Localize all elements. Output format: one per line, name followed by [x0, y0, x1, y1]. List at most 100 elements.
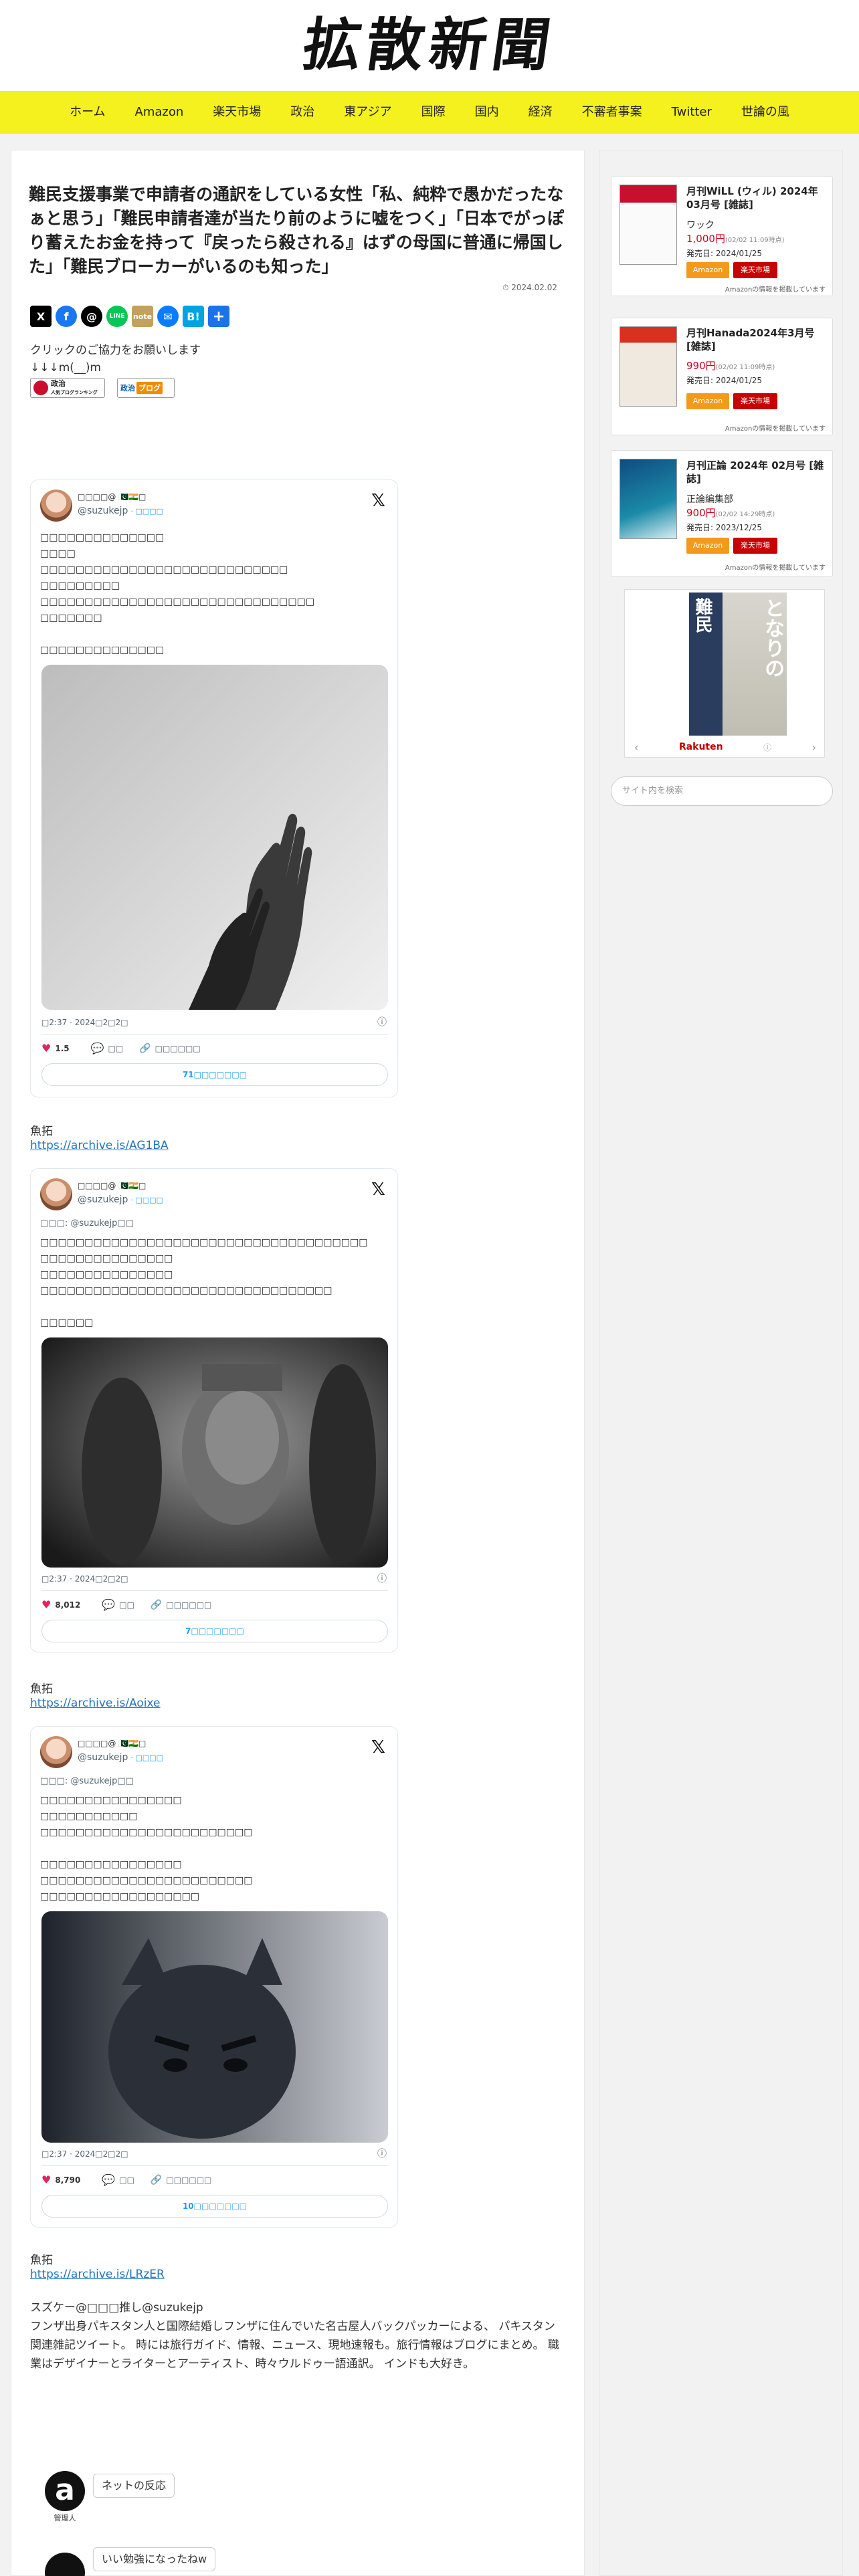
- like-count: 8,790: [55, 2175, 81, 2185]
- archive-link[interactable]: https://archive.is/AG1BA: [30, 1139, 169, 1152]
- copy-link-label[interactable]: □□□□□□: [166, 2175, 211, 2185]
- amazon-button[interactable]: Amazon: [686, 262, 729, 278]
- nav-item[interactable]: ホーム: [55, 91, 120, 134]
- messenger-share-icon[interactable]: ✉: [157, 306, 179, 327]
- nav-item[interactable]: Amazon: [120, 91, 199, 134]
- nav-item[interactable]: 世論の風: [727, 91, 804, 134]
- like-icon[interactable]: ♥: [41, 2173, 51, 2186]
- nav-item[interactable]: 政治: [276, 91, 329, 134]
- nav-item[interactable]: 東アジア: [329, 91, 406, 134]
- amazon-button[interactable]: Amazon: [686, 538, 729, 554]
- x-logo-icon[interactable]: 𝕏: [371, 491, 385, 511]
- archive-link[interactable]: https://archive.is/LRzER: [30, 2268, 165, 2281]
- avatar[interactable]: [40, 1736, 72, 1768]
- prev-arrow-icon[interactable]: ‹: [634, 741, 638, 754]
- embedded-tweet[interactable]: □□□□@ 🇵🇰🇮🇳□ @suzukejp · □□□□ 𝕏 □□□□□□□□□□…: [30, 479, 398, 1097]
- amazon-button[interactable]: Amazon: [686, 393, 729, 409]
- embedded-tweet[interactable]: □□□□@ 🇵🇰🇮🇳□ @suzukejp · □□□□ 𝕏 □□□: @suzu…: [30, 1168, 398, 1652]
- avatar[interactable]: [40, 490, 72, 522]
- nav-item[interactable]: 楽天市場: [198, 91, 276, 134]
- tweet-author-handle[interactable]: @suzukejp · □□□□: [78, 1194, 163, 1205]
- site-logo[interactable]: 拡散新聞: [0, 12, 859, 79]
- ranking-request-text: クリックのご協力をお願いします: [30, 344, 201, 357]
- facebook-share-icon[interactable]: f: [56, 306, 77, 327]
- tweet-author-name[interactable]: □□□□@ 🇵🇰🇮🇳□: [78, 1181, 146, 1190]
- ranking-badge-blogranking[interactable]: 政治 人気ブログランキング: [30, 378, 105, 398]
- like-icon[interactable]: ♥: [41, 1042, 51, 1055]
- threads-share-icon[interactable]: @: [81, 306, 102, 327]
- site-header: 拡散新聞: [0, 0, 859, 91]
- product-release-date: 発売日: 2024/01/25: [686, 249, 763, 258]
- copy-link-label[interactable]: □□□□□□: [166, 1600, 211, 1610]
- nav-item[interactable]: 経済: [514, 91, 567, 134]
- tweet-timestamp[interactable]: □2:37 · 2024□2□2□: [41, 2149, 128, 2159]
- read-replies-button[interactable]: 10□□□□□□□: [41, 2195, 388, 2218]
- x-share-icon[interactable]: X: [30, 306, 52, 327]
- avatar[interactable]: [40, 1178, 72, 1210]
- copy-link-icon[interactable]: 🔗: [151, 1600, 162, 1610]
- reply-label[interactable]: □□: [108, 1044, 124, 1053]
- info-icon[interactable]: ⓘ: [763, 742, 771, 753]
- tweet-author-handle[interactable]: @suzukejp · □□□□: [78, 1752, 163, 1763]
- info-icon[interactable]: ⓘ: [377, 1015, 387, 1029]
- follow-link[interactable]: · □□□□: [130, 1753, 163, 1762]
- rakuten-button[interactable]: 楽天市場: [733, 262, 777, 278]
- product-cover[interactable]: [619, 459, 677, 539]
- tweet-author-name[interactable]: □□□□@ 🇵🇰🇮🇳□: [78, 492, 146, 502]
- nav-item[interactable]: 不審者事案: [567, 91, 657, 134]
- replying-to[interactable]: □□□: @suzukejp□□: [40, 1776, 134, 1786]
- info-icon[interactable]: ⓘ: [377, 1572, 387, 1585]
- product-price: 990円(02/02 11:09時点): [686, 360, 775, 372]
- tweet-timestamp[interactable]: □2:37 · 2024□2□2□: [41, 1018, 128, 1027]
- follow-link[interactable]: · □□□□: [130, 1196, 163, 1204]
- nav-item[interactable]: 国際: [407, 91, 460, 134]
- reply-icon[interactable]: 💬: [102, 2173, 115, 2186]
- book-cover[interactable]: 難民 となりの: [689, 593, 787, 736]
- x-logo-icon[interactable]: 𝕏: [371, 1737, 385, 1757]
- hatena-share-icon[interactable]: B!: [183, 306, 204, 327]
- tweet-photo[interactable]: [41, 665, 388, 1010]
- like-count: 8,012: [55, 1600, 81, 1610]
- product-title[interactable]: 月刊正論 2024年 02月号 [雑誌]: [686, 459, 826, 486]
- copy-link-icon[interactable]: 🔗: [151, 2175, 162, 2185]
- comment-bubble: いい勉強になったねw: [93, 2547, 216, 2571]
- ranking-badge-blogmura[interactable]: 政治 ブログ: [117, 378, 175, 398]
- tweet-photo[interactable]: [41, 1337, 388, 1568]
- copy-link-icon[interactable]: 🔗: [139, 1043, 151, 1054]
- tweet-photo[interactable]: [41, 1911, 388, 2143]
- read-replies-button[interactable]: 7□□□□□□□: [41, 1620, 388, 1642]
- line-share-icon[interactable]: LINE: [106, 306, 128, 327]
- rakuten-button[interactable]: 楽天市場: [733, 538, 777, 554]
- reply-label[interactable]: □□: [119, 2175, 134, 2185]
- reply-label[interactable]: □□: [119, 1600, 134, 1610]
- archive-link[interactable]: https://archive.is/Aoixe: [30, 1697, 161, 1710]
- replying-to[interactable]: □□□: @suzukejp□□: [40, 1218, 134, 1228]
- note-share-icon[interactable]: note: [132, 306, 153, 327]
- tweet-timestamp[interactable]: □2:37 · 2024□2□2□: [41, 1574, 128, 1584]
- nav-item[interactable]: Twitter: [657, 91, 727, 134]
- tweet-author-handle[interactable]: @suzukejp · □□□□: [78, 506, 163, 516]
- x-logo-icon[interactable]: 𝕏: [371, 1180, 385, 1200]
- site-search-input[interactable]: サイト内を検索: [611, 776, 833, 806]
- like-icon[interactable]: ♥: [41, 1598, 51, 1611]
- product-cover[interactable]: [619, 185, 677, 265]
- admin-avatar-icon: a: [45, 2471, 85, 2511]
- plus-share-icon[interactable]: +: [208, 306, 229, 327]
- embedded-tweet[interactable]: □□□□@ 🇵🇰🇮🇳□ @suzukejp · □□□□ 𝕏 □□□: @suzu…: [30, 1726, 398, 2228]
- product-cover[interactable]: [619, 326, 677, 407]
- next-arrow-icon[interactable]: ›: [812, 741, 816, 754]
- info-icon[interactable]: ⓘ: [377, 2147, 387, 2160]
- rakuten-brand[interactable]: Rakuten: [679, 742, 723, 752]
- follow-link[interactable]: · □□□□: [130, 507, 163, 516]
- product-title[interactable]: 月刊WiLL (ウィル) 2024年03月号 [雑誌]: [686, 185, 826, 211]
- product-title[interactable]: 月刊Hanada2024年3月号 [雑誌]: [686, 326, 826, 353]
- nav-item[interactable]: 国内: [460, 91, 514, 134]
- read-replies-button[interactable]: 71□□□□□□□: [41, 1063, 388, 1086]
- reply-icon[interactable]: 💬: [91, 1042, 104, 1055]
- tweet-text: □□□□□□□□□□□□□□ □□□□ □□□□□□□□□□□□□□□□□□□□…: [40, 532, 315, 655]
- tweet-author-name[interactable]: □□□□@ 🇵🇰🇮🇳□: [78, 1739, 146, 1748]
- copy-link-label[interactable]: □□□□□□: [155, 1044, 201, 1053]
- commenter-avatar-icon: [45, 2553, 85, 2576]
- reply-icon[interactable]: 💬: [102, 1598, 115, 1611]
- rakuten-button[interactable]: 楽天市場: [733, 393, 777, 409]
